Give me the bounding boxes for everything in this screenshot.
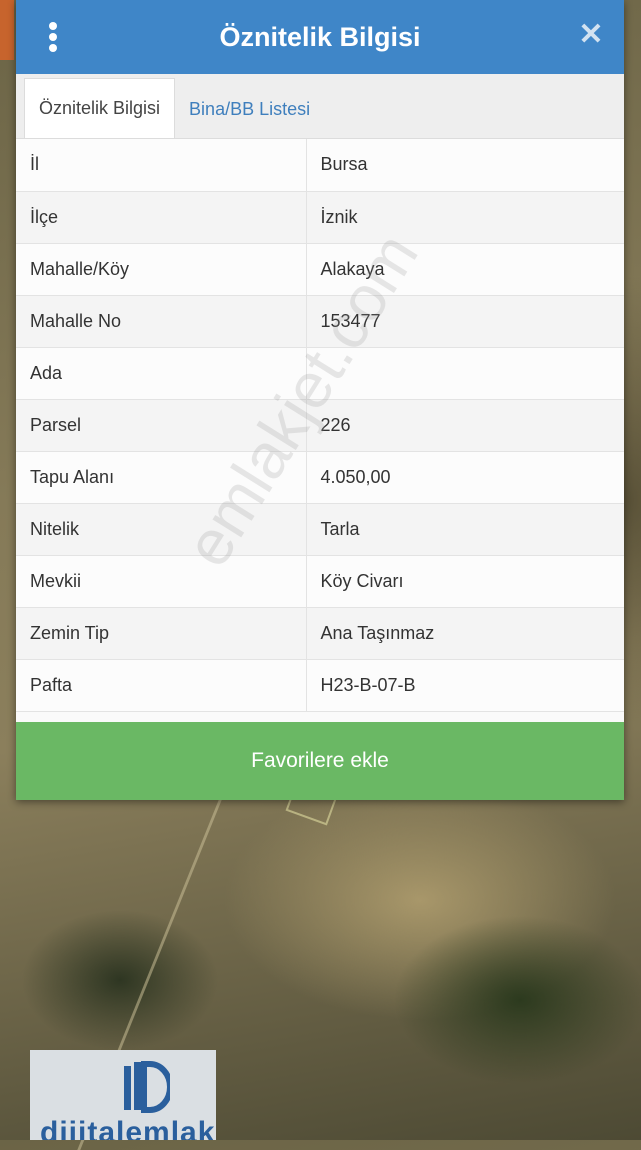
attribute-key: Zemin Tip [16,607,307,660]
attribute-value: Alakaya [306,243,624,296]
tab-building-list[interactable]: Bina/BB Listesi [175,80,324,138]
attribute-row: Mevkii Köy Civarı [16,555,624,608]
brand-logo: dijitalemlak [30,1050,216,1140]
attribute-key: Mahalle No [16,295,307,348]
attribute-row: İl Bursa [16,139,624,192]
attribute-key: Pafta [16,659,307,712]
attribute-row: Ada [16,347,624,400]
attribute-table: İl Bursa İlçe İznik Mahalle/Köy Alakaya Mahall… [16,139,624,712]
attribute-value: 153477 [306,295,624,348]
attribute-value [306,347,624,400]
logo-building-icon [124,1061,170,1113]
attribute-row: Nitelik Tarla [16,503,624,556]
attribute-value: Bursa [306,139,624,192]
attribute-value: Tarla [306,503,624,556]
attribute-dialog: Öznitelik Bilgisi ✕ Öznitelik Bilgisi Bi… [16,0,624,800]
attribute-row: Mahalle/Köy Alakaya [16,243,624,296]
map-edge-strip [0,0,14,60]
attribute-value: H23-B-07-B [306,659,624,712]
attribute-value: İznik [306,191,624,244]
attribute-row: Pafta H23-B-07-B [16,659,624,712]
attribute-key: Mevkii [16,555,307,608]
attribute-value: Ana Taşınmaz [306,607,624,660]
attribute-key: Mahalle/Köy [16,243,307,296]
attribute-value: Köy Civarı [306,555,624,608]
attribute-key: Tapu Alanı [16,451,307,504]
attribute-key: Nitelik [16,503,307,556]
tab-attribute-info[interactable]: Öznitelik Bilgisi [24,78,176,138]
attribute-row: Tapu Alanı 4.050,00 [16,451,624,504]
dialog-header: Öznitelik Bilgisi ✕ [16,0,624,74]
attribute-row: Zemin Tip Ana Taşınmaz [16,607,624,660]
attribute-value: 4.050,00 [306,451,624,504]
attribute-row: İlçe İznik [16,191,624,244]
more-vertical-icon[interactable] [48,22,58,52]
tab-bar: Öznitelik Bilgisi Bina/BB Listesi [16,74,624,139]
dialog-title: Öznitelik Bilgisi [219,21,421,52]
attribute-key: Parsel [16,399,307,452]
attribute-value: 226 [306,399,624,452]
attribute-key: İlçe [16,191,307,244]
close-icon[interactable]: ✕ [576,20,606,50]
attribute-row: Mahalle No 153477 [16,295,624,348]
add-to-favorites-button[interactable]: Favorilere ekle [16,722,624,800]
attribute-key: İl [16,139,307,192]
attribute-key: Ada [16,347,307,400]
logo-wordmark: dijitalemlak [40,1116,216,1140]
attribute-row: Parsel 226 [16,399,624,452]
